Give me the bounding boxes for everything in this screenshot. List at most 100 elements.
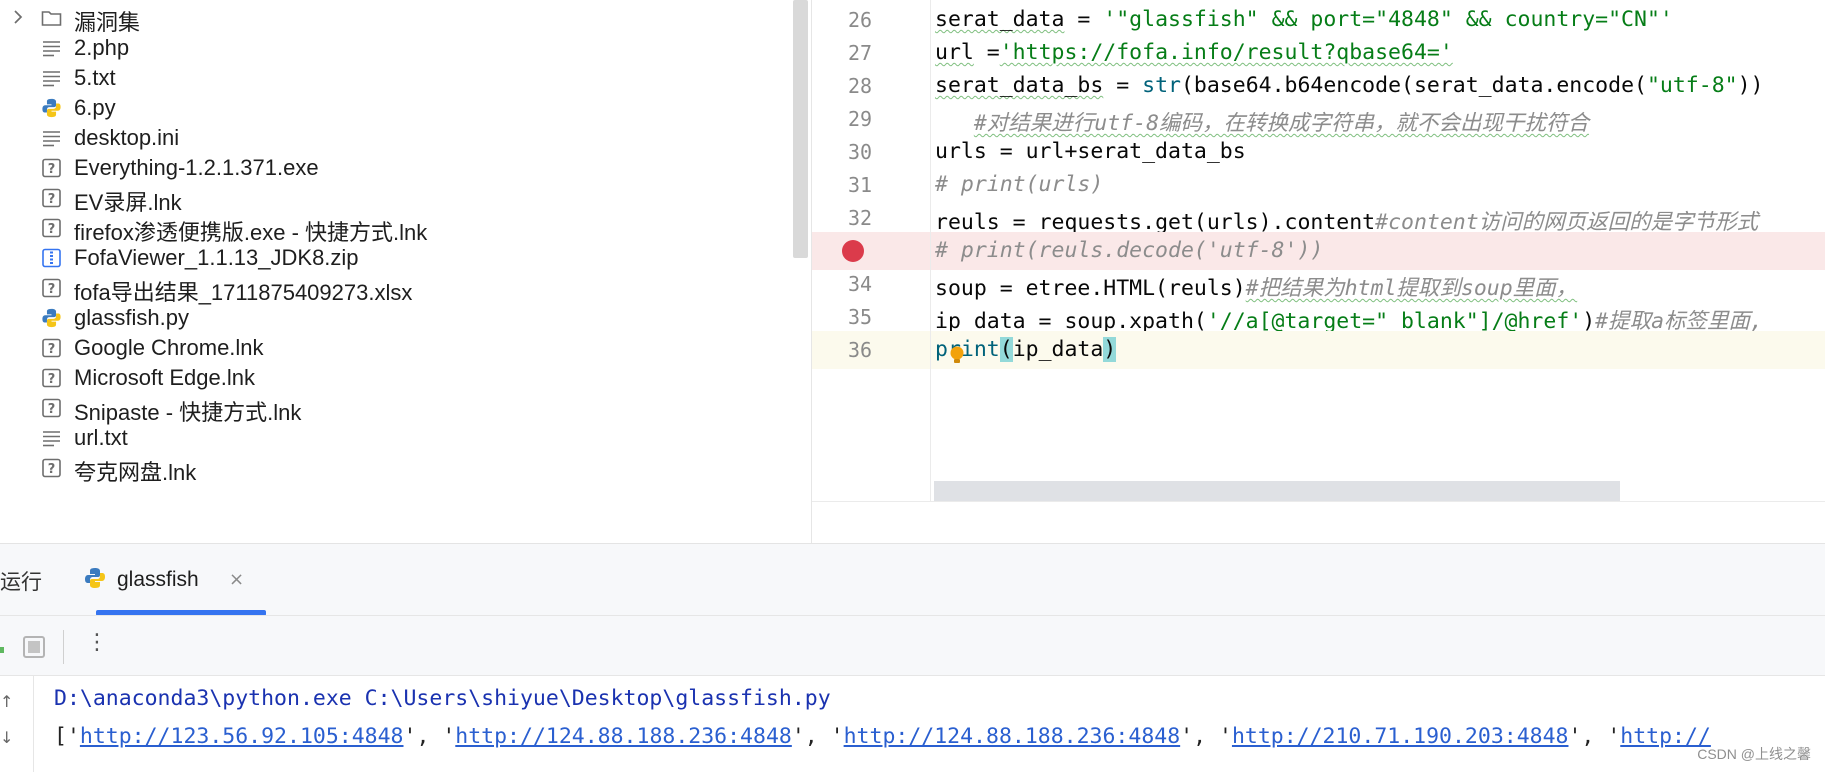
console-url-link[interactable]: http://123.56.92.105:4848	[80, 724, 404, 749]
python-file-icon	[85, 568, 105, 588]
stop-icon[interactable]	[23, 636, 45, 658]
text-file-icon	[41, 68, 62, 88]
file-tree-scrollbar[interactable]	[793, 0, 808, 258]
console-text: ', '	[1568, 724, 1621, 749]
file-name: 夸克网盘.lnk	[74, 460, 197, 485]
toolbar-separator	[63, 630, 64, 664]
file-name: FofaViewer_1.1.13_JDK8.zip	[74, 245, 359, 270]
project-file-tree: 漏洞集 2.php 5.txt 6.py desktop.ini? Everything-…	[0, 0, 812, 543]
unknown-file-icon: ?	[41, 278, 62, 298]
scroll-up-icon[interactable]: ↑	[0, 692, 13, 711]
svg-text:?: ?	[48, 282, 56, 297]
code-text: urls = url+serat_data_bs	[935, 139, 1246, 164]
code-text: serat_data = '"glassfish" && port="4848"…	[935, 7, 1673, 32]
code-token: url	[935, 40, 974, 65]
unknown-file-icon: ?	[41, 218, 62, 238]
text-file-icon	[41, 428, 62, 448]
text-file-icon	[41, 128, 62, 148]
console-command-line: D:\anaconda3\python.exe C:\Users\shiyue\…	[54, 686, 831, 711]
code-token: # print(reuls.decode('utf-8'))	[935, 238, 1324, 263]
code-token: serat_data	[935, 7, 1065, 32]
console-text: ['	[54, 724, 80, 749]
run-console[interactable]: ↑ ↓ D:\anaconda3\python.exe C:\Users\shi…	[0, 676, 1825, 772]
code-token: =	[1103, 73, 1143, 98]
console-side-toolbar: ↑ ↓	[0, 676, 34, 772]
archive-file-icon	[41, 248, 62, 268]
python-file-icon	[41, 308, 62, 328]
file-name: desktop.ini	[74, 125, 180, 150]
file-name: glassfish.py	[74, 305, 189, 330]
code-text: # print(reuls.decode('utf-8'))	[935, 238, 1323, 263]
line-number[interactable]: 26	[840, 8, 880, 32]
console-url-link[interactable]: http://124.88.188.236:4848	[455, 724, 792, 749]
code-token: # print(urls)	[935, 172, 1104, 197]
console-text: ', '	[791, 724, 844, 749]
line-number[interactable]: 36	[840, 338, 880, 362]
editor-horizontal-scrollbar[interactable]	[934, 481, 1620, 501]
gutter-separator	[930, 0, 931, 502]
unknown-file-icon: ?	[41, 398, 62, 418]
code-token: '"glassfish" && port="4848" && country="…	[1103, 7, 1673, 32]
unknown-file-icon: ?	[41, 338, 62, 358]
scroll-down-icon[interactable]: ↓	[0, 728, 13, 747]
code-token: (base64.b64encode(serat_data.encode(	[1180, 73, 1647, 98]
file-name: Google Chrome.lnk	[74, 335, 264, 360]
svg-text:?: ?	[48, 192, 56, 207]
editor-bottom-border	[812, 501, 1825, 502]
console-text: ', '	[1180, 724, 1232, 749]
code-token: (	[999, 337, 1013, 362]
code-text: url ='https://fofa.info/result?qbase64='	[935, 40, 1453, 65]
unknown-file-icon: ?	[41, 368, 62, 388]
line-number[interactable]: 35	[840, 305, 880, 329]
code-token: str	[1142, 73, 1181, 98]
file-tree-item[interactable]: ? 夸克网盘.lnk	[0, 450, 790, 485]
console-url-link[interactable]: http://124.88.188.236:4848	[844, 724, 1181, 749]
svg-text:?: ?	[48, 162, 56, 177]
line-number[interactable]: 32	[840, 206, 880, 230]
file-name: url.txt	[74, 425, 128, 450]
folder-icon	[41, 8, 62, 28]
console-output-line: ['http://123.56.92.105:4848', 'http://12…	[54, 724, 1711, 749]
code-token: print	[935, 337, 1000, 362]
svg-text:?: ?	[48, 462, 56, 477]
line-number[interactable]: 31	[840, 173, 880, 197]
line-number[interactable]: 29	[840, 107, 880, 131]
line-number[interactable]: 27	[840, 41, 880, 65]
breakpoint-icon[interactable]	[842, 240, 864, 262]
run-tool-window-header: 运行 glassfish ×	[0, 543, 1825, 616]
svg-text:?: ?	[48, 402, 56, 417]
unknown-file-icon: ?	[41, 158, 62, 178]
chevron-right-icon[interactable]	[10, 9, 26, 25]
code-token: urls = url+serat_data_bs	[935, 139, 1246, 164]
code-text: # print(urls)	[935, 172, 1103, 197]
svg-text:?: ?	[48, 342, 56, 357]
code-token: =	[1064, 7, 1104, 32]
line-number[interactable]: 34	[840, 272, 880, 296]
code-token: ))	[1737, 73, 1764, 98]
file-name: 2.php	[74, 35, 130, 60]
lightbulb-intention-icon[interactable]	[949, 346, 965, 364]
code-token: 'https://fofa.info/result?qbase64='	[999, 40, 1453, 65]
run-tab-glassfish[interactable]: glassfish ×	[82, 544, 266, 616]
unknown-file-icon: ?	[41, 188, 62, 208]
code-token: "utf-8"	[1646, 73, 1738, 98]
more-options-icon[interactable]: ⋮	[86, 630, 108, 655]
code-text: serat_data_bs = str(base64.b64encode(ser…	[935, 73, 1763, 98]
svg-text:?: ?	[48, 372, 56, 387]
file-name: 5.txt	[74, 65, 116, 90]
line-number[interactable]: 28	[840, 74, 880, 98]
file-name: Microsoft Edge.lnk	[74, 365, 255, 390]
python-file-icon	[41, 98, 62, 118]
rerun-icon[interactable]	[0, 647, 4, 653]
line-number[interactable]: 30	[840, 140, 880, 164]
code-token: )	[1103, 337, 1117, 362]
unknown-file-icon: ?	[41, 458, 62, 478]
code-editor[interactable]: 26 serat_data = '"glassfish" && port="484…	[812, 0, 1825, 502]
watermark: CSDN @上线之馨	[1697, 746, 1811, 762]
code-token: =	[973, 40, 1000, 65]
file-name: 6.py	[74, 95, 116, 120]
console-url-link[interactable]: http://210.71.190.203:4848	[1232, 724, 1569, 749]
close-icon[interactable]: ×	[229, 569, 244, 590]
run-tool-window-title: 运行	[0, 571, 42, 594]
svg-text:?: ?	[48, 222, 56, 237]
